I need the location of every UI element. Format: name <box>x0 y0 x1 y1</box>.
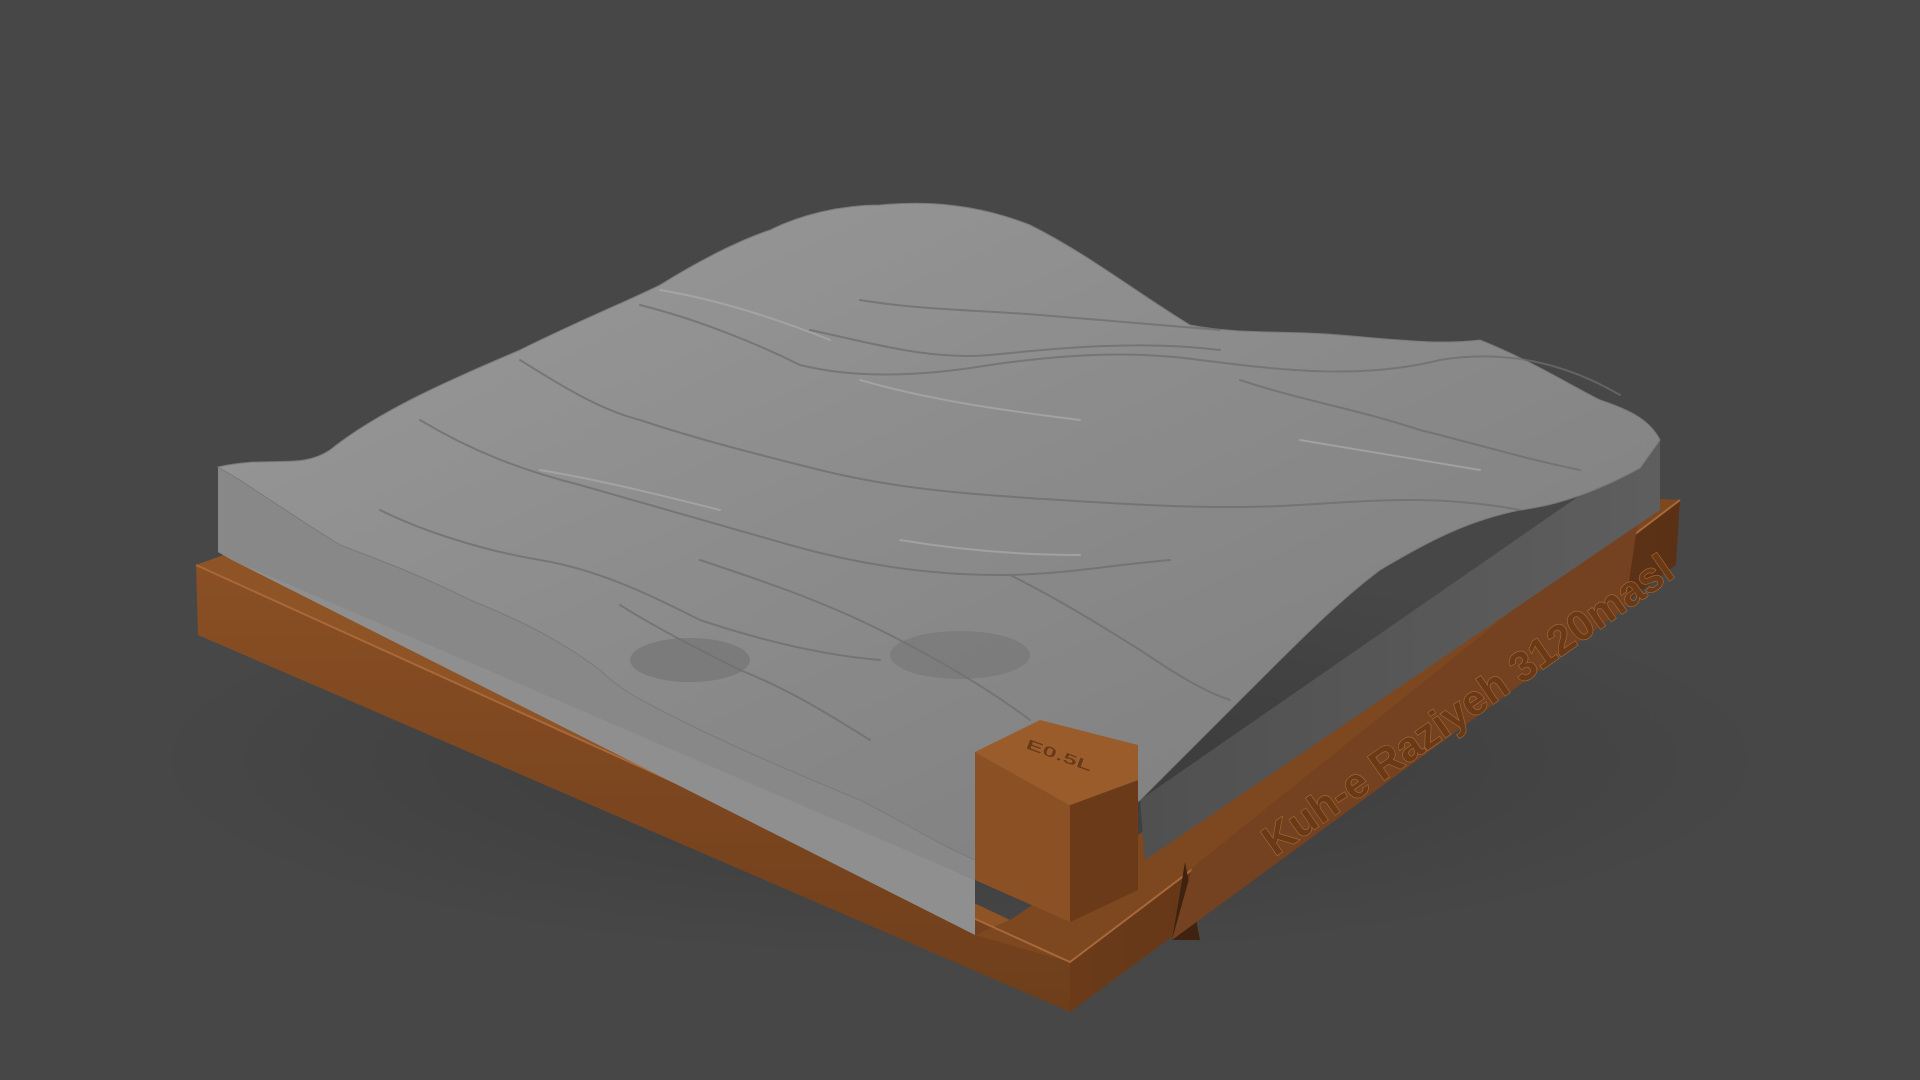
terrain-model-render: E0.5L Kuh-e Raziyeh 3120masl <box>140 202 1780 1012</box>
terrain-rocky-patch <box>630 638 750 682</box>
render-viewport: E0.5L Kuh-e Raziyeh 3120masl <box>0 0 1920 1080</box>
terrain-rocky-patch <box>890 631 1030 679</box>
